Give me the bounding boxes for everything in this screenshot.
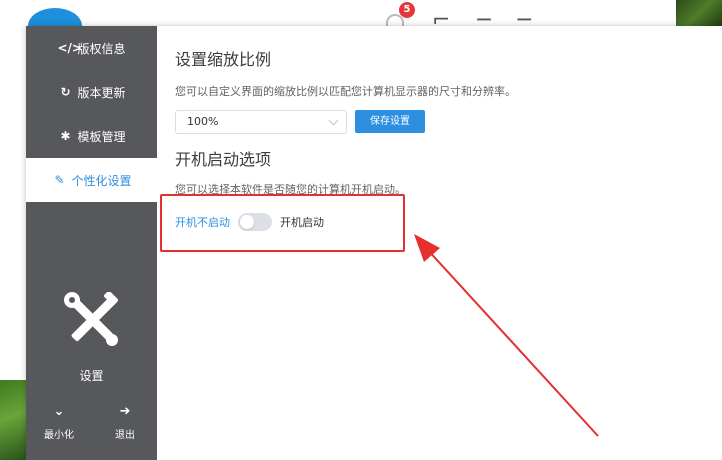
annotation-highlight-box bbox=[160, 194, 405, 252]
sidebar-item-version-update[interactable]: ↻ 版本更新 bbox=[26, 70, 157, 114]
scale-section-title: 设置缩放比例 bbox=[175, 50, 272, 69]
exit-label: 退出 bbox=[115, 430, 135, 441]
scale-select[interactable]: 100% bbox=[175, 110, 347, 134]
notification-area[interactable]: 5 bbox=[386, 2, 416, 26]
sidebar-item-copyright[interactable]: </> 版权信息 bbox=[26, 26, 157, 70]
desktop-backdrop bbox=[0, 0, 722, 26]
sidebar-item-personalization[interactable]: ✎ 个性化设置 bbox=[26, 158, 157, 202]
background-text-fragment: ⌐ ─ ─ bbox=[432, 12, 541, 26]
sign-out-icon: ➜ bbox=[119, 404, 131, 419]
save-settings-button[interactable]: 保存设置 bbox=[355, 110, 425, 133]
sidebar-item-template-management[interactable]: ✱ 模板管理 bbox=[26, 114, 157, 158]
startup-section-title: 开机启动选项 bbox=[175, 150, 272, 169]
wrench-icon: ✎ bbox=[54, 173, 65, 187]
scale-section-description: 您可以自定义界面的缩放比例以匹配您计算机显示器的尺寸和分辨率。 bbox=[175, 85, 516, 98]
background-image bbox=[676, 0, 722, 26]
gear-icon: ✱ bbox=[60, 129, 71, 143]
tools-icon bbox=[64, 292, 118, 346]
sidebar-item-label: 模板管理 bbox=[77, 129, 126, 144]
minimize-label: 最小化 bbox=[44, 430, 74, 441]
sidebar-item-label: 版权信息 bbox=[77, 41, 126, 56]
double-chevron-down-icon: ⌄ bbox=[53, 404, 65, 419]
minimize-button[interactable]: ⌄ 最小化 bbox=[39, 404, 79, 441]
scale-select-value: 100% bbox=[187, 115, 219, 128]
sidebar: </> 版权信息 ↻ 版本更新 ✱ 模板管理 ✎ 个性化设置 设置 ⌄ 最小化 … bbox=[26, 26, 157, 460]
exit-button[interactable]: ➜ 退出 bbox=[105, 404, 145, 441]
sidebar-item-label: 版本更新 bbox=[77, 85, 126, 100]
chevron-down-icon bbox=[328, 115, 339, 126]
notification-badge: 5 bbox=[399, 2, 415, 18]
code-icon: </> bbox=[57, 41, 82, 55]
sidebar-item-label: 个性化设置 bbox=[71, 173, 132, 188]
refresh-icon: ↻ bbox=[60, 85, 71, 99]
settings-label: 设置 bbox=[79, 369, 104, 383]
